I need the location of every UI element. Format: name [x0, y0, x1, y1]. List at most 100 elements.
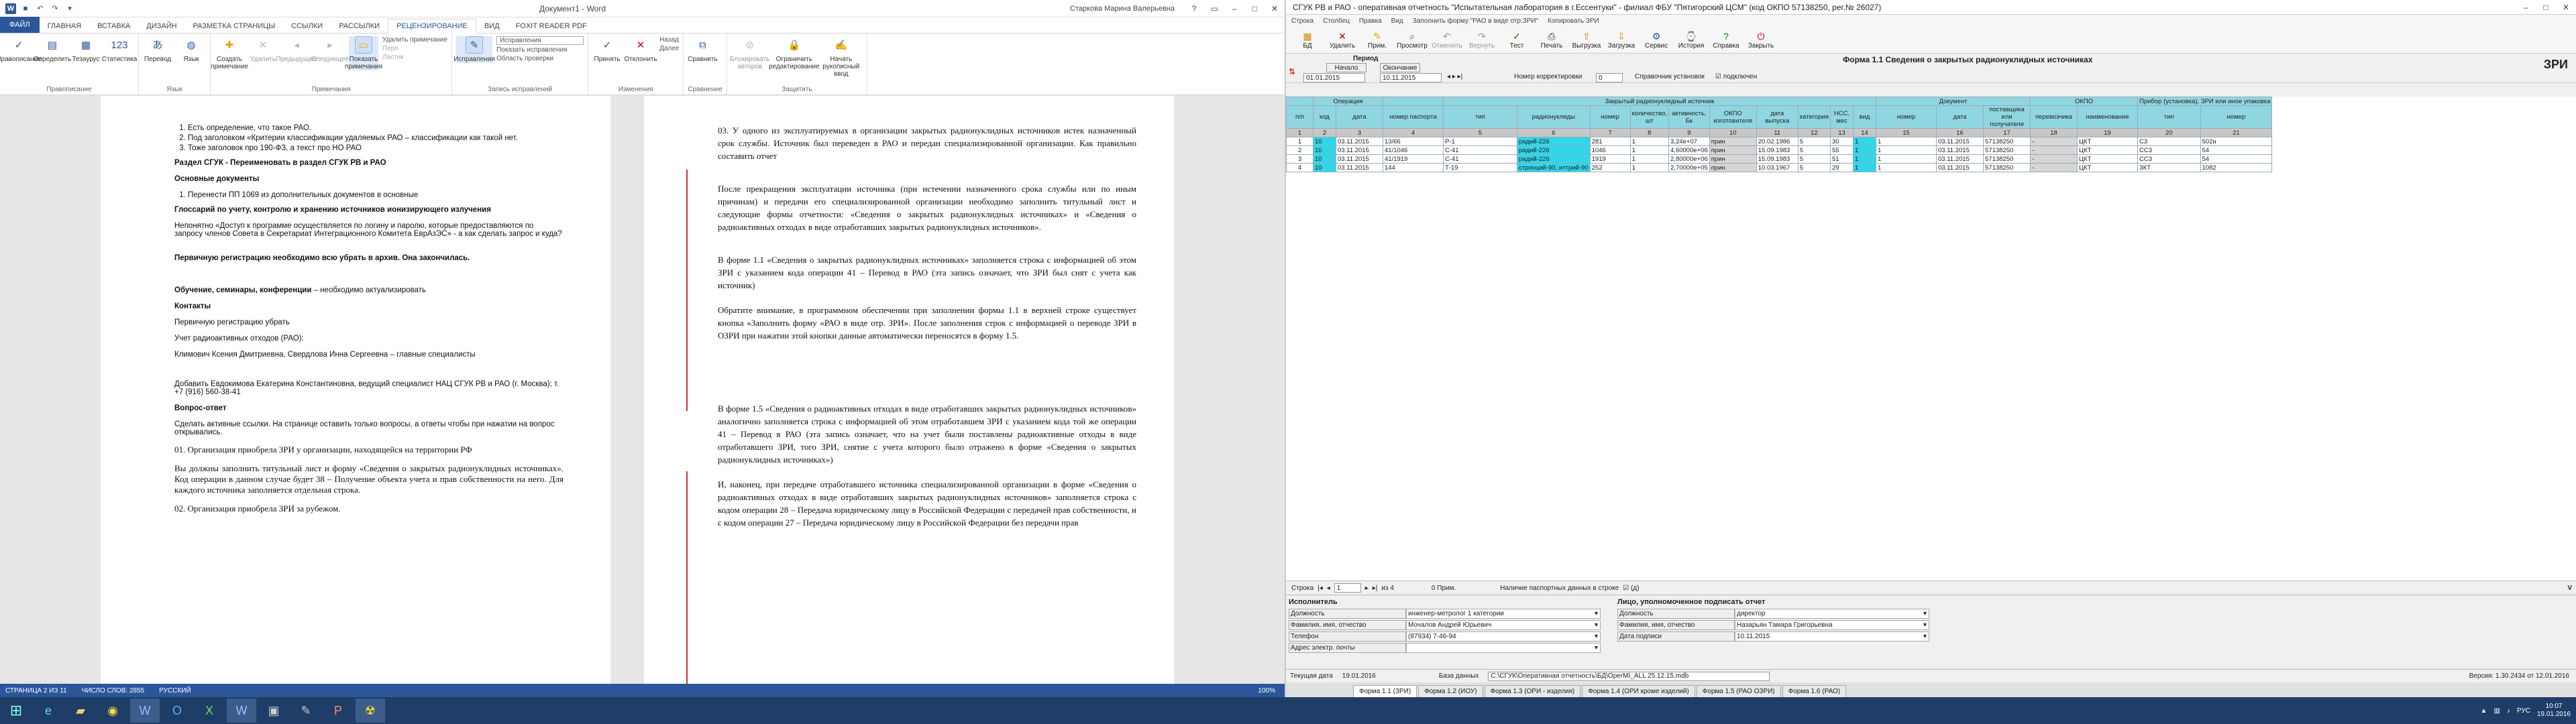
dropdown-icon[interactable]: ▾ [1923, 610, 1929, 617]
tab-form-1-4[interactable]: Форма 1.4 (ОРИ кроме изделий) [1582, 685, 1695, 697]
page-left[interactable]: Есть определение, что такое РАО. Под заг… [101, 96, 610, 684]
tab-mailings[interactable]: РАССЫЛКИ [331, 19, 388, 33]
pen-tool[interactable]: Перо [382, 45, 447, 52]
dropdown-icon[interactable]: ▾ [1595, 633, 1600, 640]
menu-view[interactable]: Вид [1391, 17, 1403, 25]
table-cell[interactable]: радий-226 [1517, 145, 1591, 155]
tab-references[interactable]: ССЫЛКИ [283, 19, 331, 33]
tab-foxit[interactable]: FOXIT READER PDF [508, 19, 595, 33]
word-icon[interactable]: W [130, 699, 160, 723]
table-cell[interactable]: 5 [1797, 137, 1831, 146]
table-cell[interactable]: 29 [1830, 163, 1854, 172]
field-value[interactable]: (87934) 7-46-94 ▾ [1406, 631, 1601, 642]
table-cell[interactable]: 10.03.1967 [1756, 163, 1799, 172]
table-cell[interactable]: 15.09.1983 [1756, 145, 1799, 155]
table-row[interactable]: 4 10 03.11.2015 144 Т-19 стронций-90, иттрий-… [1286, 163, 2273, 172]
table-cell[interactable]: 1 [1876, 163, 1937, 172]
markup-select[interactable]: Исправления [496, 36, 584, 45]
table-cell[interactable]: СС3 [2137, 154, 2201, 164]
table-cell[interactable]: 03.11.2015 [1336, 137, 1383, 146]
table-cell[interactable]: 2,70000e+05 [1668, 163, 1710, 172]
table-cell[interactable]: 30 [1830, 137, 1854, 146]
table-cell[interactable]: 1 [1629, 154, 1670, 164]
table-cell[interactable]: 03.11.2015 [1936, 163, 1984, 172]
minimize-icon[interactable]: – [2516, 0, 2536, 15]
menu-column[interactable]: Столбец [1323, 17, 1350, 25]
define-button[interactable]: ▤ Определить [34, 36, 71, 64]
table-cell[interactable]: 03.11.2015 [1936, 137, 1984, 146]
previous-record-icon[interactable]: ◂ [1327, 585, 1330, 592]
compare-button[interactable]: ⧉ Сравнить [688, 36, 718, 64]
table-cell[interactable]: прин [1709, 145, 1757, 155]
tab-review[interactable]: РЕЦЕНЗИРОВАНИЕ [388, 19, 476, 34]
table-cell[interactable]: 03.11.2015 [1336, 163, 1383, 172]
table-cell[interactable]: 1 [1876, 145, 1937, 155]
table-row[interactable]: 2 10 03.11.2015 41/1046 С-41 радий-226 1046 1 4,… [1286, 145, 2273, 155]
table-cell[interactable]: 57138250 [1983, 145, 2031, 155]
table-cell[interactable]: 1 [1629, 137, 1670, 146]
preview-button[interactable]: ⌕ Просмотр [1396, 30, 1428, 50]
table-cell[interactable]: ЦКТ [2077, 145, 2139, 155]
close-button[interactable]: ⏻ Закрыть [1745, 30, 1777, 50]
maximize-icon[interactable]: □ [2536, 0, 2556, 15]
field-value[interactable]: Назарьян Тамара Григорьевна ▾ [1735, 619, 1929, 630]
ref-checkbox[interactable]: ☑ подключен [1715, 73, 1757, 80]
delete-button[interactable]: ✕ Удалить [1326, 30, 1358, 50]
new-comment-button[interactable]: ✚ Создать примечание [211, 36, 248, 71]
table-cell[interactable]: 03.11.2015 [1336, 154, 1383, 164]
qat-more-icon[interactable]: ▾ [64, 3, 75, 14]
tab-form-1-6[interactable]: Форма 1.6 (РАО) [1782, 685, 1847, 697]
field-value[interactable]: Мочалов Андрей Юрьевич ▾ [1406, 619, 1601, 630]
table-cell[interactable]: 252 [1589, 163, 1631, 172]
block-authors-button[interactable]: ⊘ Блокировать авторов [730, 36, 769, 71]
period-nav-icon[interactable]: ◂ ▸ ▸| [1447, 73, 1462, 80]
table-cell[interactable]: 4 [1286, 163, 1313, 172]
table-cell[interactable]: 55 [1830, 145, 1854, 155]
table-cell[interactable]: 1 [1286, 137, 1313, 146]
table-cell[interactable]: Р-1 [1443, 137, 1517, 146]
start-icon[interactable]: ⊞ [1, 699, 31, 723]
outlook-icon[interactable]: O [162, 699, 192, 723]
eraser-tool[interactable]: Ластик [382, 54, 447, 61]
ribbon-display-icon[interactable]: ▭ [1204, 1, 1224, 17]
dropdown-icon[interactable]: ▾ [1923, 621, 1929, 629]
table-cell[interactable]: 20.02.1986 [1756, 137, 1799, 146]
start-inking-button[interactable]: ✍ Начать рукописный ввод [820, 36, 863, 78]
table-cell[interactable]: 54 [2200, 145, 2273, 155]
table-cell[interactable]: - [2030, 163, 2078, 172]
table-cell[interactable]: Т-19 [1443, 163, 1517, 172]
tab-insert[interactable]: ВСТАВКА [89, 19, 138, 33]
table-cell[interactable]: 1 [1853, 145, 1877, 155]
import-button[interactable]: ⇩ Загрузка [1605, 30, 1638, 50]
dropdown-icon[interactable]: ▾ [1595, 610, 1600, 617]
data-grid[interactable]: Операция Закрытый радионуклидный источни… [1286, 97, 2576, 581]
redo-icon[interactable]: ↷ [50, 3, 60, 14]
show-comments-button[interactable]: ▭ Показать примечания [345, 36, 382, 70]
table-cell[interactable]: 1 [1876, 137, 1937, 146]
note-button[interactable]: ✎ Прим. [1361, 30, 1393, 50]
table-cell[interactable]: СС3 [2137, 145, 2201, 155]
table-cell[interactable]: 1 [1629, 145, 1670, 155]
word-count[interactable]: ЧИСЛО СЛОВ: 2855 [82, 687, 145, 695]
network-icon[interactable]: ▥ [2493, 707, 2500, 715]
field-value[interactable]: ▾ [1406, 642, 1601, 653]
menu-row[interactable]: Строка [1291, 17, 1313, 25]
language-indicator[interactable]: РУССКИЙ [159, 687, 191, 695]
table-cell[interactable]: 1919 [1589, 154, 1631, 164]
table-cell[interactable]: 10 [1313, 163, 1336, 172]
service-button[interactable]: ⚙ Сервис [1640, 30, 1672, 50]
table-cell[interactable]: 281 [1589, 137, 1631, 146]
last-record-icon[interactable]: ▸| [1373, 585, 1378, 592]
reviewing-pane-dropdown[interactable]: Область проверки [496, 55, 584, 62]
table-cell[interactable]: 03.11.2015 [1936, 145, 1984, 155]
radiation-icon[interactable]: ☢ [356, 699, 385, 723]
clock[interactable]: 10:07 19.01.2016 [2537, 703, 2571, 719]
next-change-button[interactable]: Далее [659, 45, 679, 52]
table-cell[interactable]: 10 [1313, 154, 1336, 164]
table-cell[interactable]: 03.11.2015 [1336, 145, 1383, 155]
table-cell[interactable]: 1 [1629, 163, 1670, 172]
folder-icon[interactable]: ▰ [66, 699, 95, 723]
table-cell[interactable]: стронций-90, иттрий-90 [1517, 163, 1591, 172]
tab-form-1-2[interactable]: Форма 1.2 (ИОУ) [1418, 685, 1483, 697]
table-cell[interactable]: ЦКТ [2077, 154, 2139, 164]
